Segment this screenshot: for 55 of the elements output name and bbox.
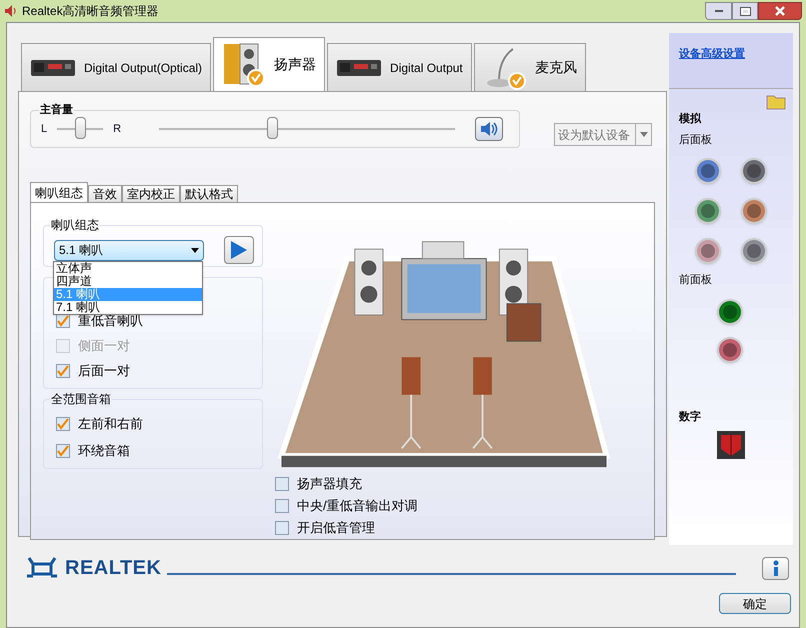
close-icon [775, 6, 785, 16]
section-title: 模拟 [679, 112, 702, 127]
checkbox[interactable] [275, 499, 289, 513]
settings-tab[interactable]: 室内校正 [122, 185, 180, 202]
caret-icon [640, 132, 648, 137]
mute-button[interactable] [475, 117, 504, 141]
section-subtitle: 前面板 [679, 273, 713, 288]
settings-tab[interactable]: 喇叭组态 [30, 182, 88, 202]
window-title: Realtek高清晰音频管理器 [22, 3, 159, 20]
caret-icon [191, 248, 199, 252]
checkbox-label: 中央/重低音输出对调 [297, 497, 418, 516]
info-button[interactable] [762, 556, 789, 580]
section-subtitle: 后面板 [679, 132, 713, 148]
device-tab[interactable]: Digital Output [327, 43, 472, 91]
speaker-config-dropdown[interactable]: 5.1 喇叭 [54, 240, 204, 260]
maximize-button[interactable] [732, 2, 758, 20]
device-tab[interactable]: Digital Output(Optical) [21, 43, 212, 91]
left-label: L [41, 122, 48, 137]
device-tab[interactable]: 扬声器 [213, 37, 326, 91]
checkbox-label: 后面一对 [78, 362, 130, 380]
settings-tab[interactable]: 默认格式 [180, 185, 238, 202]
checkbox-label: 开启低音管理 [297, 519, 375, 538]
checkbox-label: 环绕音箱 [78, 442, 130, 460]
checkbox[interactable] [56, 314, 70, 328]
dropdown-option[interactable]: 7.1 喇叭 [54, 301, 202, 314]
ok-button[interactable]: 确定 [719, 593, 791, 614]
info-icon [772, 560, 780, 576]
play-icon [230, 240, 248, 260]
close-button[interactable] [758, 2, 802, 20]
minimize-button[interactable] [705, 2, 732, 20]
dropdown-option[interactable]: 立体声 [54, 262, 202, 275]
slider-thumb[interactable] [75, 117, 86, 139]
checkbox[interactable] [275, 477, 289, 491]
checkbox[interactable] [56, 444, 70, 458]
checkbox[interactable] [56, 364, 70, 378]
speaker-icon [480, 121, 498, 137]
advanced-settings-link[interactable]: 设备高级设置 [679, 48, 745, 60]
right-label: R [113, 122, 122, 137]
checkbox-label: 侧面一对 [78, 337, 130, 356]
default-device-dropdown[interactable]: 设为默认设备 [554, 123, 652, 146]
brand-logo: REALTEK [65, 556, 162, 581]
dropdown-option[interactable]: 四声道 [54, 275, 202, 288]
checkbox-label: 左前和右前 [78, 415, 143, 434]
checkbox[interactable] [56, 417, 70, 431]
checkbox[interactable] [275, 521, 289, 535]
play-button[interactable] [224, 236, 254, 264]
settings-tab[interactable]: 音效 [88, 185, 122, 202]
group-title: 全范围音箱 [50, 390, 112, 408]
crab-logo-icon [25, 556, 59, 580]
speaker-icon [4, 4, 18, 18]
checkbox-label: 扬声器填充 [297, 475, 362, 494]
device-tab[interactable]: 麦克风 [474, 43, 586, 91]
group-title: 喇叭组态 [50, 216, 100, 234]
slider-thumb[interactable] [266, 117, 278, 139]
section-title: 数字 [679, 410, 702, 424]
